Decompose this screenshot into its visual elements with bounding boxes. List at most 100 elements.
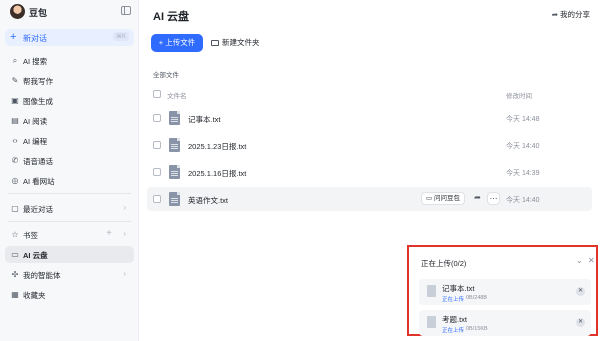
agent-icon: ✣ <box>11 270 19 279</box>
txt-file-icon <box>169 192 180 206</box>
upload-item: 考题.txt 正在上传 0B/15KB ✕ <box>419 310 591 336</box>
new-chat-label: 新对话 <box>23 34 47 43</box>
select-all-checkbox[interactable] <box>153 90 161 98</box>
sidebar-item-label: 帮我写作 <box>23 77 53 86</box>
sidebar-item-label: AI 阅读 <box>23 117 48 126</box>
upload-status: 正在上传 <box>442 297 465 303</box>
file-modified-time: 今天 14:48 <box>506 116 540 123</box>
upload-progress-panel: 正在上传(0/2) ⌄ ✕ 记事本.txt 正在上传 0B/248B ✕ 考题.… <box>407 245 598 336</box>
share-icon: ➦ <box>551 10 558 19</box>
table-row[interactable]: 2025.1.23日报.txt 今天 14:40 <box>147 133 592 157</box>
column-header-modified: 修改时间 <box>506 93 532 100</box>
row-checkbox[interactable] <box>153 195 161 203</box>
sidebar-item-my-agents[interactable]: ✣ 我的智能体 › <box>5 266 134 283</box>
pen-icon: ✎ <box>11 76 19 85</box>
sidebar-item-ai-website[interactable]: ◎ AI 看网站 <box>5 172 134 189</box>
file-name: 记事本.txt <box>188 115 221 124</box>
chevron-right-icon: › <box>123 269 126 278</box>
new-chat-button[interactable]: + 新对话 ⌘K <box>5 29 134 46</box>
sidebar-item-label: 图像生成 <box>23 97 53 106</box>
avatar[interactable] <box>10 4 25 19</box>
plus-icon: + <box>10 31 17 43</box>
sidebar-item-voice-call[interactable]: ✆ 语音通话 <box>5 152 134 169</box>
bookmark-icon: ☆ <box>11 230 19 239</box>
page-title: AI 云盘 <box>153 11 190 23</box>
txt-file-icon <box>169 138 180 152</box>
app-name: 豆包 <box>29 8 48 18</box>
file-icon <box>427 316 436 328</box>
sidebar: 豆包 + 新对话 ⌘K ⌕ AI 搜索 ✎ 帮我写作 ▣ 图像生成 ▤ AI 阅… <box>0 0 139 341</box>
sidebar-divider <box>8 221 131 222</box>
row-checkbox[interactable] <box>153 141 161 149</box>
upload-panel-title: 正在上传(0/2) <box>421 259 467 268</box>
upload-progress-text: 0B/15KB <box>466 326 488 332</box>
upload-file-button[interactable]: + 上传文件 <box>151 34 203 52</box>
table-header: 文件名 修改时间 <box>152 86 592 102</box>
sidebar-item-label: 最近对话 <box>23 205 53 214</box>
table-row[interactable]: 记事本.txt 今天 14:48 <box>147 106 592 130</box>
my-share-button[interactable]: ➦ 我的分享 <box>552 9 590 20</box>
image-icon: ▣ <box>11 96 19 105</box>
globe-icon: ◎ <box>11 176 19 185</box>
sidebar-item-label: AI 搜索 <box>23 57 48 66</box>
file-modified-time: 今天 14:40 <box>506 197 540 204</box>
txt-file-icon <box>169 165 180 179</box>
more-options-button[interactable]: ⋯ <box>487 192 500 205</box>
chevron-right-icon: › <box>123 203 126 212</box>
sidebar-item-favorites[interactable]: ▦ 收藏夹 <box>5 286 134 303</box>
chevron-down-icon[interactable]: ⌄ <box>576 256 583 265</box>
upload-file-name: 记事本.txt <box>442 284 475 293</box>
book-icon: ▤ <box>11 116 19 125</box>
upload-file-name: 考题.txt <box>442 315 468 324</box>
row-checkbox[interactable] <box>153 168 161 176</box>
ask-doubao-label: 问问豆包 <box>433 195 460 202</box>
table-row[interactable]: 英语作文.txt ▭ 问问豆包 ➦ ⋯ 今天 14:40 <box>147 187 592 211</box>
chat-icon: ▢ <box>11 204 19 213</box>
breadcrumb: 全部文件 <box>153 72 179 79</box>
sidebar-item-ai-coding[interactable]: ‹› AI 编程 <box>5 132 134 149</box>
file-modified-time: 今天 14:39 <box>506 170 540 177</box>
sidebar-item-image-generation[interactable]: ▣ 图像生成 <box>5 92 134 109</box>
sidebar-divider <box>8 193 131 194</box>
file-name: 英语作文.txt <box>188 196 229 205</box>
sidebar-item-label: 书签 <box>23 231 38 240</box>
sidebar-header: 豆包 <box>0 0 139 24</box>
sidebar-item-label: 收藏夹 <box>23 291 46 300</box>
close-icon[interactable]: ✕ <box>588 256 595 265</box>
upload-status: 正在上传 <box>442 328 465 334</box>
ask-doubao-button[interactable]: ▭ 问问豆包 <box>421 192 465 205</box>
new-folder-label: 新建文件夹 <box>222 38 260 47</box>
sidebar-item-label: AI 编程 <box>23 137 48 146</box>
folder-icon <box>211 40 219 46</box>
file-icon <box>427 285 436 297</box>
add-icon[interactable]: + <box>106 228 112 239</box>
upload-item: 记事本.txt 正在上传 0B/248B ✕ <box>419 279 591 305</box>
sidebar-item-writing[interactable]: ✎ 帮我写作 <box>5 72 134 89</box>
sidebar-item-ai-cloud-drive[interactable]: ▭ AI 云盘 <box>5 246 134 263</box>
favorites-icon: ▦ <box>11 290 19 299</box>
sidebar-item-label: 我的智能体 <box>23 271 61 280</box>
shortcut-badge: ⌘K <box>112 32 129 41</box>
sidebar-item-ai-reading[interactable]: ▤ AI 阅读 <box>5 112 134 129</box>
sidebar-item-label: AI 云盘 <box>23 251 48 260</box>
my-share-label: 我的分享 <box>560 10 590 19</box>
chevron-right-icon: › <box>123 229 126 238</box>
sidebar-collapse-icon[interactable] <box>121 6 131 15</box>
file-name: 2025.1.23日报.txt <box>188 142 247 151</box>
cloud-drive-icon: ▭ <box>11 250 19 259</box>
sidebar-item-recent-chats[interactable]: ▢ 最近对话 › <box>5 200 134 217</box>
row-checkbox[interactable] <box>153 114 161 122</box>
upload-progress-text: 0B/248B <box>466 295 488 301</box>
new-folder-button[interactable]: 新建文件夹 <box>211 34 263 52</box>
sidebar-item-label: AI 看网站 <box>23 177 55 186</box>
phone-icon: ✆ <box>11 156 19 165</box>
sidebar-item-ai-search[interactable]: ⌕ AI 搜索 <box>5 52 134 69</box>
sidebar-item-label: 语音通话 <box>23 157 53 166</box>
code-icon: ‹› <box>12 136 18 145</box>
table-row[interactable]: 2025.1.16日报.txt 今天 14:39 <box>147 160 592 184</box>
share-file-button[interactable]: ➦ <box>471 192 484 205</box>
cancel-upload-button[interactable]: ✕ <box>576 287 585 296</box>
cancel-upload-button[interactable]: ✕ <box>576 318 585 327</box>
sidebar-item-bookmarks[interactable]: ☆ 书签 + › <box>5 226 134 243</box>
txt-file-icon <box>169 111 180 125</box>
